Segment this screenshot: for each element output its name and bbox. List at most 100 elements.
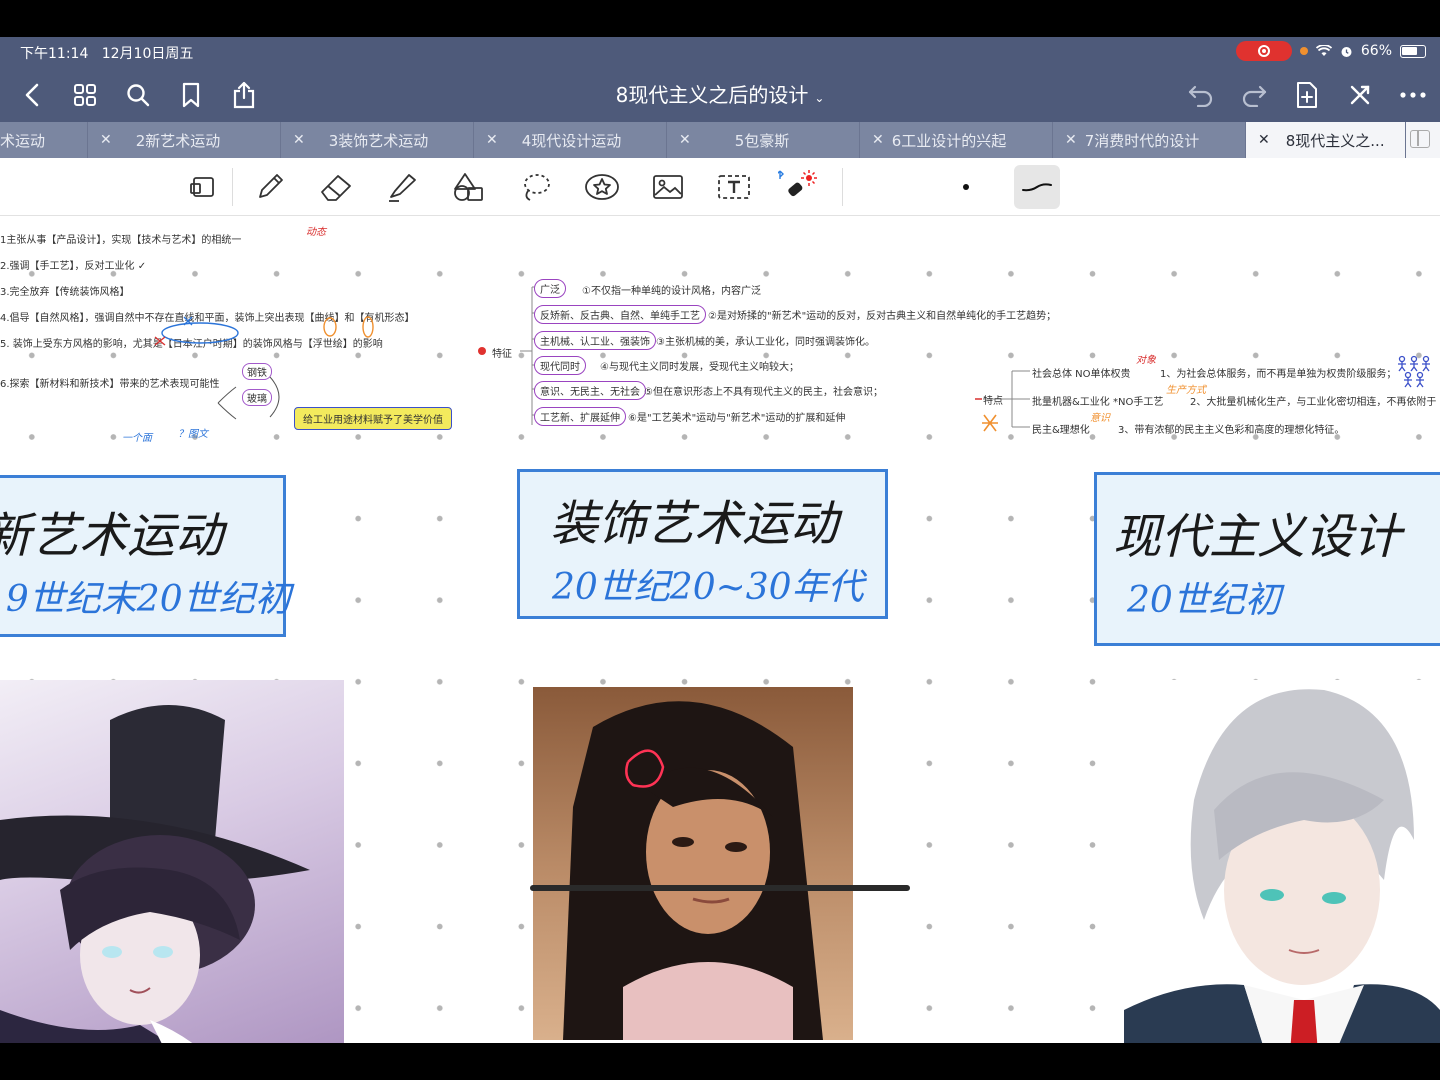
tab-bar: 术运动 ✕ 2新艺术运动 ✕ 3装饰艺术运动 ✕ 4现代设计运动 ✕ 5包豪斯 ✕ 6工业… <box>0 122 1440 158</box>
mindmap-node: 主机械、认工业、强装饰 <box>534 331 656 350</box>
scroll-indicator[interactable] <box>530 885 910 891</box>
laser-pointer-button[interactable] <box>778 167 818 207</box>
status-date: 12月10日周五 <box>101 46 194 62</box>
mindmap-desc: ⑥是"工艺美术"运动与"新艺术"运动的扩展和延伸 <box>628 413 846 424</box>
illustration-hat-character[interactable] <box>0 680 344 1043</box>
tab-close-icon[interactable]: ✕ <box>293 132 305 148</box>
card-art-deco[interactable]: 装饰艺术运动 20世纪20~30年代 <box>517 469 888 619</box>
mindmap-desc: ②是对矫揉的"新艺术"运动的反对，反对古典主义和自然单纯化的手工艺趋势； <box>708 311 1057 322</box>
shapes-icon <box>454 173 483 201</box>
lasso-icon <box>524 174 550 201</box>
illustration-silver-hair-character[interactable] <box>1124 680 1440 1043</box>
scribble-text: 对象 <box>1136 355 1156 366</box>
status-time: 下午11:14 12月10日周五 <box>20 46 194 62</box>
dot-size-icon <box>963 184 969 190</box>
card-subtitle: 20世纪初 <box>1127 580 1281 621</box>
pen-icon <box>259 174 283 198</box>
right-root: 特点 <box>983 396 1003 407</box>
dot-size-button[interactable] <box>946 167 986 207</box>
app-header: 下午11:14 12月10日周五 66% 8现代主义之后的设计 ⌄ <box>0 37 1440 122</box>
drawing-toolbar <box>0 158 1440 216</box>
tab-label: 2新艺术运动 <box>135 131 221 150</box>
eraser-icon <box>321 175 351 201</box>
image-tool-button[interactable] <box>648 167 688 207</box>
tab-3[interactable]: ✕ 3装饰艺术运动 <box>281 122 474 158</box>
tab-1[interactable]: 术运动 <box>0 122 88 158</box>
tab-close-icon[interactable]: ✕ <box>1065 132 1077 148</box>
tab-2[interactable]: ✕ 2新艺术运动 <box>88 122 281 158</box>
tab-8-active[interactable]: ✕ 8现代主义之... <box>1246 122 1406 158</box>
undo-button[interactable] <box>1183 77 1218 112</box>
tab-close-icon[interactable]: ✕ <box>1258 132 1270 148</box>
tab-close-icon[interactable]: ✕ <box>100 132 112 148</box>
card-art-nouveau[interactable]: 新艺术运动 19世纪末20世纪初 <box>0 475 291 637</box>
stroke-style-button[interactable] <box>1014 165 1060 209</box>
image-icon <box>653 175 683 199</box>
left-notes-annotations <box>154 316 374 420</box>
alarm-icon <box>1341 46 1352 57</box>
more-button[interactable] <box>1395 77 1430 112</box>
card-modernism[interactable]: 现代主义设计 20世纪初 <box>1094 472 1440 646</box>
tab-close-icon[interactable]: ✕ <box>679 132 691 148</box>
tab-close-icon[interactable]: ✕ <box>872 132 884 148</box>
sidebar-toggle-icon[interactable] <box>1410 130 1430 148</box>
laser-pointer-icon <box>778 170 817 197</box>
lasso-tool-button[interactable] <box>516 167 556 207</box>
note-canvas[interactable]: 1主张从事【产品设计】，实现【技术与艺术】的相统一 2.强调【手工艺】，反对工业… <box>0 217 1440 1043</box>
tab-label: 4现代设计运动 <box>521 131 622 150</box>
eraser-tool-button[interactable] <box>316 167 356 207</box>
tab-label: 术运动 <box>0 131 46 150</box>
text-tool-button[interactable] <box>714 167 754 207</box>
card-title: 装饰艺术运动 <box>550 496 839 552</box>
highlighter-tool-button[interactable] <box>382 167 422 207</box>
scribble-text: 生产方式 <box>1166 385 1206 396</box>
mindmap-node: 反矫新、反古典、自然、单纯手工艺 <box>534 305 706 324</box>
sticker-icon <box>585 174 619 200</box>
status-indicators: 66% <box>1235 41 1426 61</box>
shapes-tool-button[interactable] <box>448 167 488 207</box>
mindmap-node: 工艺新、扩展延伸 <box>534 407 626 426</box>
right-line: 社会总体 NO单体权贵 <box>1032 369 1131 380</box>
close-edit-button[interactable] <box>1342 77 1377 112</box>
record-icon <box>1257 45 1270 57</box>
chevron-down-icon: ⌄ <box>814 91 825 105</box>
tab-7[interactable]: ✕ 7消费时代的设计 <box>1053 122 1246 158</box>
zoom-tool-button[interactable] <box>182 167 222 207</box>
mic-indicator-icon <box>1299 47 1308 55</box>
tab-4[interactable]: ✕ 4现代设计运动 <box>474 122 667 158</box>
mindmap-node: 现代同时 <box>534 356 586 375</box>
text-icon <box>718 175 750 199</box>
tab-label: 3装饰艺术运动 <box>328 131 429 150</box>
woman-photo-drawing <box>563 701 823 1040</box>
tab-label: 6工业设计的兴起 <box>891 131 1007 150</box>
photo-woman[interactable] <box>533 687 853 1040</box>
tab-label: 8现代主义之... <box>1285 131 1385 150</box>
right-desc: 2、大批量机械化生产，与工业化密切相连，不再依附于 <box>1190 397 1437 408</box>
app-screen: 下午11:14 12月10日周五 66% 8现代主义之后的设计 ⌄ 术运动 ✕ … <box>0 37 1440 1043</box>
scribble-text: 意识 <box>1090 413 1110 424</box>
mindmap-root: 特征 <box>492 349 512 360</box>
wifi-icon <box>1315 45 1332 56</box>
redo-button[interactable] <box>1236 77 1271 112</box>
tab-label: 5包豪斯 <box>734 131 790 150</box>
stroke-style-icon <box>1022 183 1052 192</box>
zoom-tool-icon <box>190 177 214 197</box>
tab-close-icon[interactable]: ✕ <box>486 132 498 148</box>
screen-record-indicator[interactable] <box>1235 41 1292 61</box>
right-line: 批量机器&工业化 *NO手工艺 <box>1032 397 1164 408</box>
right-line: 民主&理想化 <box>1032 425 1090 436</box>
mindmap-desc: ③主张机械的美，承认工业化，同时强调装饰化。 <box>656 337 875 348</box>
document-title-text: 8现代主义之后的设计 <box>615 83 809 107</box>
redo-icon <box>1242 85 1266 107</box>
add-page-button[interactable] <box>1289 77 1324 112</box>
tab-6[interactable]: ✕ 6工业设计的兴起 <box>860 122 1053 158</box>
pen-tool-button[interactable] <box>250 167 290 207</box>
card-subtitle: 20世纪20~30年代 <box>552 567 864 608</box>
card-title: 新艺术运动 <box>0 508 224 564</box>
tab-5[interactable]: ✕ 5包豪斯 <box>667 122 860 158</box>
sticker-tool-button[interactable] <box>582 167 622 207</box>
battery-icon <box>1400 44 1426 58</box>
undo-icon <box>1188 85 1212 107</box>
right-desc: 1、为社会总体服务，而不再是单独为权贵阶级服务； <box>1160 369 1397 380</box>
right-desc: 3、带有浓郁的民主主义色彩和高度的理想化特征。 <box>1118 425 1345 436</box>
